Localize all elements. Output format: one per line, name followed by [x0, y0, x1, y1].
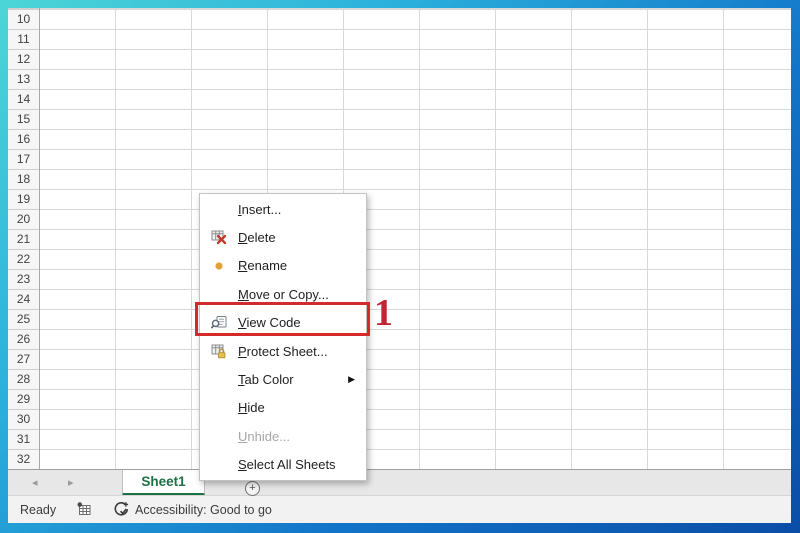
screenshot-root: { "grid": { "rows": ["10","11","12","13"…	[0, 0, 800, 533]
row-header-28[interactable]: 28	[8, 369, 39, 389]
macro-record-icon[interactable]	[76, 501, 93, 518]
menu-item-protect-sheet[interactable]: Protect Sheet...	[200, 337, 366, 365]
menu-item-hide[interactable]: Hide	[200, 394, 366, 422]
row-header-25[interactable]: 25	[8, 309, 39, 329]
row-header-31[interactable]: 31	[8, 429, 39, 449]
row-header-32[interactable]: 32	[8, 449, 39, 469]
row-header-23[interactable]: 23	[8, 269, 39, 289]
row-header-21[interactable]: 21	[8, 229, 39, 249]
rename-bullet-icon	[209, 261, 229, 271]
accessibility-checker-icon	[114, 502, 129, 516]
menu-item-rename[interactable]: Rename	[200, 252, 366, 280]
status-bar: Ready Accessibility: Good to go	[8, 495, 791, 523]
row-header-16[interactable]: 16	[8, 129, 39, 149]
row-header-12[interactable]: 12	[8, 49, 39, 69]
accessibility-status[interactable]: Accessibility: Good to go	[113, 501, 272, 518]
row-header-26[interactable]: 26	[8, 329, 39, 349]
row-header-24[interactable]: 24	[8, 289, 39, 309]
status-mode: Ready	[20, 502, 57, 517]
row-header-14[interactable]: 14	[8, 89, 39, 109]
row-header-17[interactable]: 17	[8, 149, 39, 169]
row-header-27[interactable]: 27	[8, 349, 39, 369]
prev-sheet-icon[interactable]: ◂	[32, 476, 38, 490]
menu-item-insert[interactable]: Insert...	[200, 195, 366, 223]
step-number-label: 1	[374, 292, 393, 334]
menu-item-unhide: Unhide...	[238, 428, 291, 444]
accessibility-text: Accessibility: Good to go	[135, 502, 272, 517]
row-headers: 10 11 12 13 14 15 16 17 18 19 20 21 22 23 24 25 26 27 28 29…	[8, 8, 40, 469]
row-header-30[interactable]: 30	[8, 409, 39, 429]
delete-sheet-icon	[209, 229, 229, 246]
spreadsheet-grid: 10 11 12 13 14 15 16 17 18 19 20 21 22 23 24 25 26 27 28 29…	[8, 8, 791, 469]
sheet-context-menu: Insert... Delete Rename Move or Copy...	[199, 193, 367, 481]
row-header-13[interactable]: 13	[8, 69, 39, 89]
row-header-19[interactable]: 19	[8, 189, 39, 209]
spreadsheet-cells[interactable]	[40, 8, 791, 469]
highlight-box-view-code	[195, 302, 370, 336]
row-header-18[interactable]: 18	[8, 169, 39, 189]
tab-sheet1[interactable]: Sheet1	[122, 470, 205, 496]
row-header-15[interactable]: 15	[8, 109, 39, 129]
submenu-arrow-icon: ▶	[348, 374, 355, 385]
row-header-22[interactable]: 22	[8, 249, 39, 269]
sheet-tab-bar: ◂ ▸ Sheet1 +	[8, 469, 791, 496]
row-header-20[interactable]: 20	[8, 209, 39, 229]
row-number-list: 10 11 12 13 14 15 16 17 18 19 20 21 22 23 24 25 26 27 28 29…	[8, 9, 39, 469]
protect-sheet-icon	[209, 343, 229, 360]
tab-sheet1-label: Sheet1	[141, 474, 186, 489]
row-header-29[interactable]: 29	[8, 389, 39, 409]
menu-item-tab-color[interactable]: Tab Color ▶	[200, 365, 366, 393]
next-sheet-icon[interactable]: ▸	[68, 476, 74, 490]
new-sheet-button[interactable]: +	[245, 481, 260, 496]
menu-item-delete[interactable]: Delete	[200, 223, 366, 251]
row-header-11[interactable]: 11	[8, 29, 39, 49]
row-header-10[interactable]: 10	[8, 9, 39, 29]
excel-window: 10 11 12 13 14 15 16 17 18 19 20 21 22 23 24 25 26 27 28 29…	[8, 8, 791, 523]
menu-item-select-all-sheets[interactable]: Select All Sheets	[200, 451, 366, 479]
